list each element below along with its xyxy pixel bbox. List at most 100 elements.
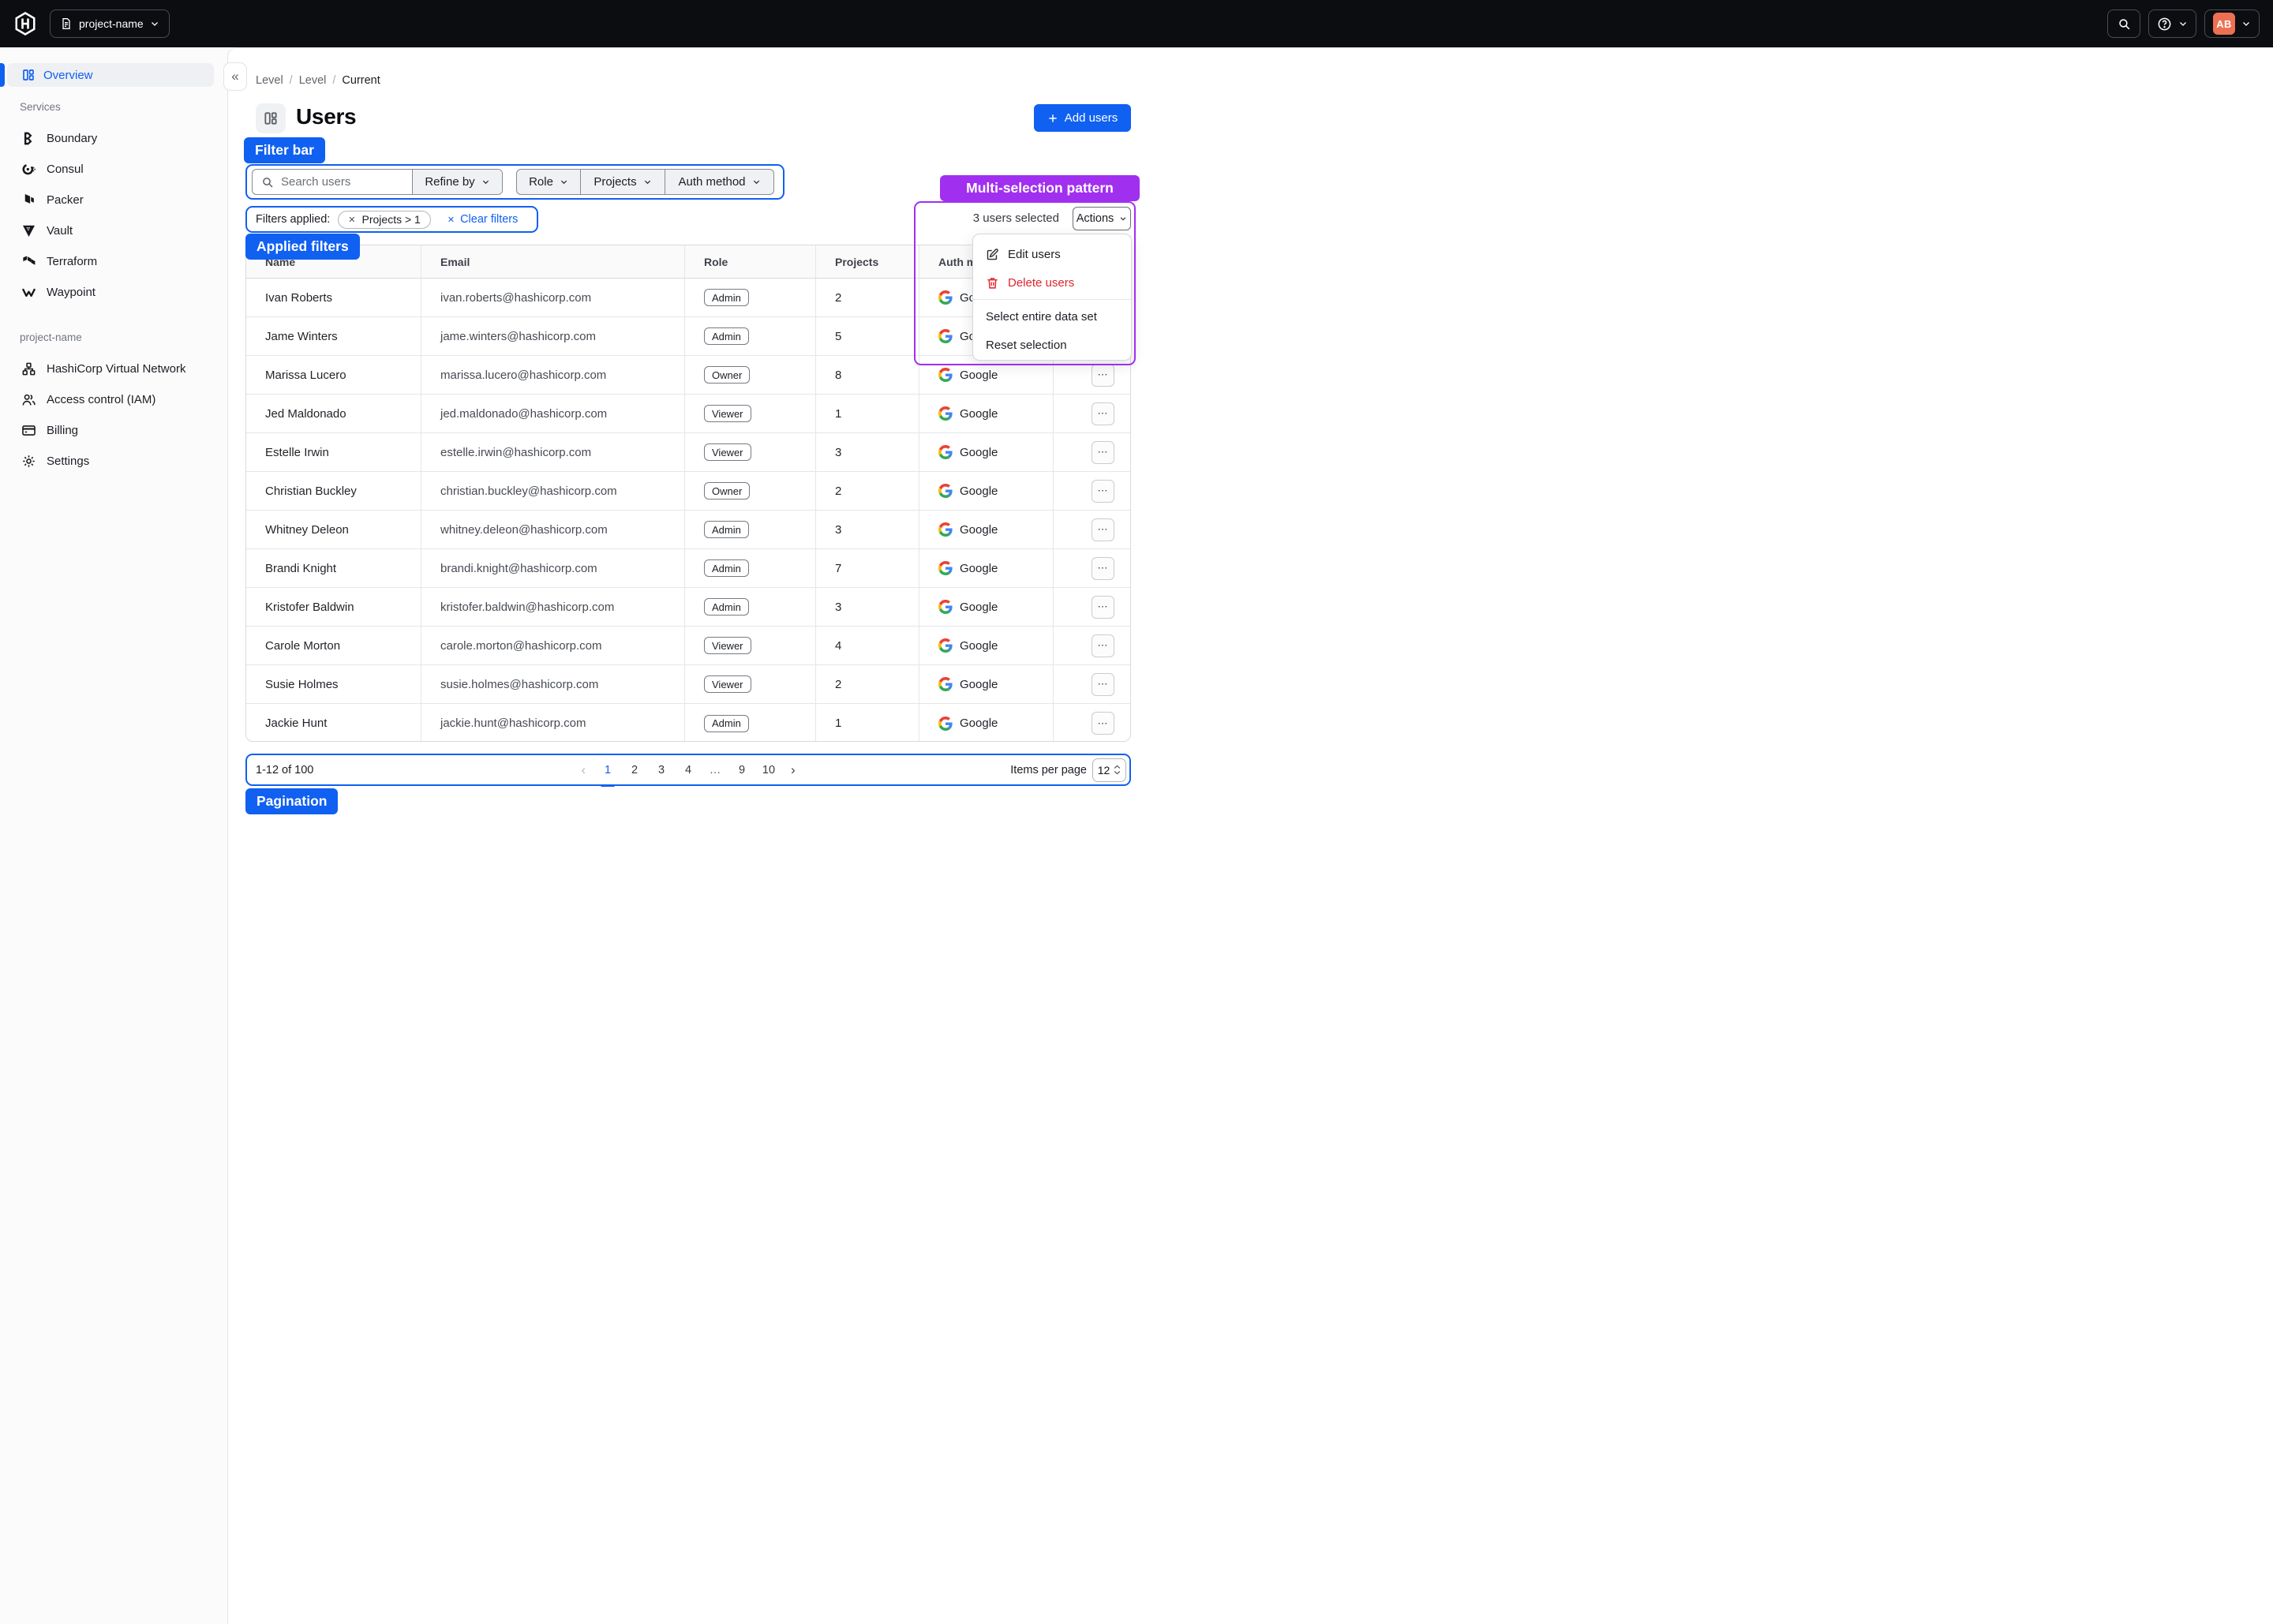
- breadcrumb-separator: /: [290, 74, 293, 87]
- table-row: Estelle Irwin estelle.irwin@hashicorp.co…: [246, 433, 1130, 472]
- page-button[interactable]: 10: [758, 759, 780, 781]
- sidebar-item-consul[interactable]: Consul: [0, 154, 227, 185]
- google-icon: [938, 717, 953, 731]
- page-button[interactable]: 4: [677, 759, 699, 781]
- projects-filter-button[interactable]: Projects: [580, 170, 665, 194]
- actions-button[interactable]: Actions: [1073, 207, 1131, 230]
- chevron-down-icon: [752, 178, 761, 186]
- row-actions-button[interactable]: ⋯: [1092, 634, 1114, 657]
- row-actions-button[interactable]: ⋯: [1092, 673, 1114, 696]
- table-row: Christian Buckley christian.buckley@hash…: [246, 472, 1130, 511]
- menu-item-label: Reset selection: [986, 339, 1067, 352]
- sidebar-item-hvn[interactable]: HashiCorp Virtual Network: [0, 354, 227, 384]
- annotation-pagination: Pagination: [245, 788, 338, 814]
- breadcrumb: Level / Level / Current: [256, 74, 380, 87]
- row-actions-button[interactable]: ⋯: [1092, 402, 1114, 425]
- boundary-icon: [21, 131, 36, 146]
- row-actions-button[interactable]: ⋯: [1092, 480, 1114, 503]
- search-field[interactable]: [253, 170, 412, 194]
- add-users-label: Add users: [1065, 111, 1118, 125]
- projects-filter-label: Projects: [594, 175, 636, 189]
- page-button[interactable]: 1: [597, 759, 619, 781]
- menu-item-reset-selection[interactable]: Reset selection: [973, 331, 1131, 359]
- role-badge: Viewer: [704, 637, 751, 654]
- cell-auth-method: Google: [919, 433, 1053, 471]
- cell-email: kristofer.baldwin@hashicorp.com: [421, 588, 684, 626]
- add-users-button[interactable]: Add users: [1034, 104, 1131, 132]
- chevron-down-icon: [150, 19, 159, 28]
- role-filter-label: Role: [529, 175, 553, 189]
- previous-page-button[interactable]: ‹: [575, 762, 592, 778]
- column-header-email: Email: [421, 245, 684, 278]
- refine-by-button[interactable]: Refine by: [412, 170, 502, 194]
- help-menu-button[interactable]: [2148, 9, 2196, 38]
- sidebar-item-access-control[interactable]: Access control (IAM): [0, 384, 227, 415]
- filter-chip-projects[interactable]: ✕ Projects > 1: [338, 211, 431, 229]
- page-number-list: 1234…910: [597, 759, 780, 781]
- role-badge: Viewer: [704, 675, 751, 693]
- auth-method-filter-button[interactable]: Auth method: [665, 170, 773, 194]
- sidebar-item-label: Consul: [47, 163, 84, 176]
- next-page-button[interactable]: ›: [785, 762, 802, 778]
- table-row: Brandi Knight brandi.knight@hashicorp.co…: [246, 549, 1130, 588]
- auth-label: Google: [960, 678, 998, 691]
- google-icon: [938, 290, 953, 305]
- cell-projects: 1: [815, 395, 919, 432]
- menu-item-edit-users[interactable]: Edit users: [973, 240, 1131, 268]
- page-button[interactable]: 3: [650, 759, 672, 781]
- google-icon: [938, 484, 953, 498]
- breadcrumb-level-1[interactable]: Level: [256, 74, 283, 87]
- row-actions-button[interactable]: ⋯: [1092, 712, 1114, 735]
- project-switcher-button[interactable]: project-name: [50, 9, 170, 38]
- annotation-applied-filters: Applied filters: [245, 234, 360, 260]
- gear-icon: [21, 454, 36, 469]
- items-per-page-stepper[interactable]: 12: [1092, 758, 1126, 782]
- services-section: Services Boundary Consul: [0, 101, 227, 308]
- sidebar-item-billing[interactable]: Billing: [0, 415, 227, 446]
- cell-email: susie.holmes@hashicorp.com: [421, 665, 684, 703]
- sidebar-collapse-button[interactable]: «: [223, 62, 247, 91]
- row-actions-button[interactable]: ⋯: [1092, 557, 1114, 580]
- sidebar-item-label: Overview: [43, 69, 93, 82]
- row-actions-button[interactable]: ⋯: [1092, 441, 1114, 464]
- breadcrumb-level-2[interactable]: Level: [299, 74, 327, 87]
- row-actions-button[interactable]: ⋯: [1092, 596, 1114, 619]
- page-button[interactable]: 9: [731, 759, 753, 781]
- sidebar-item-waypoint[interactable]: Waypoint: [0, 277, 227, 308]
- role-filter-button[interactable]: Role: [517, 170, 580, 194]
- cell-email: jame.winters@hashicorp.com: [421, 317, 684, 355]
- actions-menu: Edit users Delete users Select entire da…: [972, 234, 1132, 361]
- menu-item-label: Edit users: [1008, 248, 1061, 261]
- clear-filters-link[interactable]: ✕ Clear filters: [447, 213, 519, 226]
- role-badge: Admin: [704, 559, 749, 577]
- sidebar-item-overview[interactable]: Overview: [7, 63, 214, 87]
- chevron-down-icon: [1119, 215, 1127, 223]
- account-menu-button[interactable]: AB: [2204, 9, 2260, 38]
- auth-label: Google: [960, 407, 998, 421]
- sidebar-item-label: Terraform: [47, 255, 97, 268]
- row-actions-button[interactable]: ⋯: [1092, 518, 1114, 541]
- sidebar-item-packer[interactable]: Packer: [0, 185, 227, 215]
- menu-item-delete-users[interactable]: Delete users: [973, 268, 1131, 297]
- cell-email: estelle.irwin@hashicorp.com: [421, 433, 684, 471]
- sidebar-item-boundary[interactable]: Boundary: [0, 123, 227, 154]
- filter-chip-label: Projects > 1: [362, 213, 421, 226]
- sidebar-item-vault[interactable]: Vault: [0, 215, 227, 246]
- sidebar-item-terraform[interactable]: Terraform: [0, 246, 227, 277]
- global-search-button[interactable]: [2107, 9, 2140, 38]
- cell-name: Carole Morton: [246, 627, 421, 664]
- dismiss-icon: ✕: [447, 215, 455, 225]
- cell-email: jed.maldonado@hashicorp.com: [421, 395, 684, 432]
- cell-projects: 8: [815, 356, 919, 394]
- search-users-input[interactable]: [281, 175, 403, 189]
- breadcrumb-separator: /: [332, 74, 335, 87]
- menu-item-select-entire-data-set[interactable]: Select entire data set: [973, 302, 1131, 331]
- sidebar-item-settings[interactable]: Settings: [0, 446, 227, 477]
- auth-label: Google: [960, 446, 998, 459]
- column-header-role: Role: [684, 245, 815, 278]
- cell-auth-method: Google: [919, 395, 1053, 432]
- row-actions-button[interactable]: ⋯: [1092, 364, 1114, 387]
- page-button[interactable]: 2: [623, 759, 646, 781]
- avatar: AB: [2213, 13, 2235, 35]
- annotation-multi-selection: Multi-selection pattern: [940, 175, 1140, 201]
